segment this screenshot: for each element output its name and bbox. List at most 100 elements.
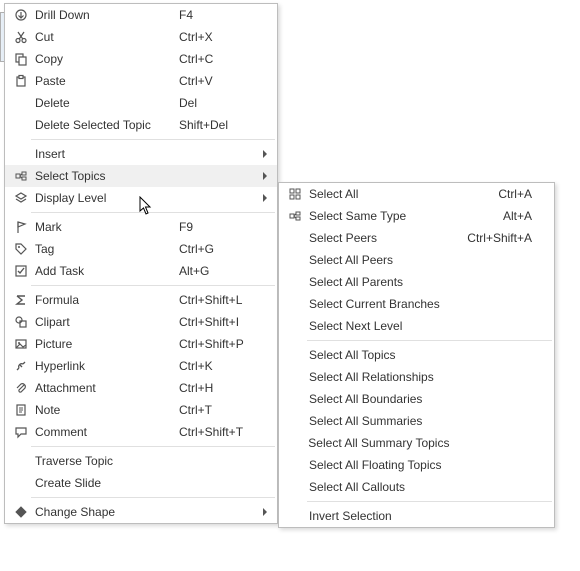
layers-icon: [11, 191, 31, 205]
menu-item-picture[interactable]: PictureCtrl+Shift+P: [5, 333, 277, 355]
menu-item-label: Invert Selection: [305, 509, 446, 523]
separator: [31, 212, 275, 213]
sigma-icon: [11, 293, 31, 307]
menu-item-label: Mark: [31, 220, 179, 234]
shape-icon: [11, 505, 31, 519]
menu-item-insert[interactable]: Insert: [5, 143, 277, 165]
menu-item-label: Select Topics: [31, 169, 179, 183]
menu-item-label: Paste: [31, 74, 179, 88]
menu-item-select-all-peers[interactable]: Select All Peers: [279, 249, 554, 271]
separator: [31, 285, 275, 286]
menu-item-label: Select All: [305, 187, 446, 201]
menu-item-display-level[interactable]: Display Level: [5, 187, 277, 209]
menu-item-label: Traverse Topic: [31, 454, 179, 468]
select-topics-submenu: Select AllCtrl+ASelect Same TypeAlt+ASel…: [278, 182, 555, 528]
menu-item-select-all-parents[interactable]: Select All Parents: [279, 271, 554, 293]
menu-item-formula[interactable]: FormulaCtrl+Shift+L: [5, 289, 277, 311]
menu-item-change-shape[interactable]: Change Shape: [5, 501, 277, 523]
menu-item-shortcut: Ctrl+Shift+I: [179, 315, 259, 329]
task-icon: [11, 264, 31, 278]
menu-item-attachment[interactable]: AttachmentCtrl+H: [5, 377, 277, 399]
separator: [307, 340, 552, 341]
clipart-icon: [11, 315, 31, 329]
tag-icon: [11, 242, 31, 256]
menu-item-select-all-floating[interactable]: Select All Floating Topics: [279, 454, 554, 476]
menu-item-label: Picture: [31, 337, 179, 351]
menu-item-mark[interactable]: MarkF9: [5, 216, 277, 238]
menu-item-select-all[interactable]: Select AllCtrl+A: [279, 183, 554, 205]
menu-item-shortcut: Del: [179, 96, 259, 110]
menu-item-copy[interactable]: CopyCtrl+C: [5, 48, 277, 70]
menu-item-shortcut: Ctrl+C: [179, 52, 259, 66]
menu-item-label: Delete Selected Topic: [31, 118, 179, 132]
menu-item-drill-down[interactable]: Drill DownF4: [5, 4, 277, 26]
menu-item-label: Drill Down: [31, 8, 179, 22]
menu-item-select-all-relationships[interactable]: Select All Relationships: [279, 366, 554, 388]
menu-item-create-slide[interactable]: Create Slide: [5, 472, 277, 494]
menu-item-label: Select All Boundaries: [305, 392, 446, 406]
separator: [307, 501, 552, 502]
menu-item-label: Select All Parents: [305, 275, 446, 289]
picture-icon: [11, 337, 31, 351]
menu-item-label: Select Next Level: [305, 319, 446, 333]
menu-item-shortcut: Ctrl+X: [179, 30, 259, 44]
menu-item-label: Select Same Type: [305, 209, 446, 223]
menu-item-shortcut: Alt+A: [446, 209, 536, 223]
menu-item-select-all-callouts[interactable]: Select All Callouts: [279, 476, 554, 498]
menu-item-select-peers[interactable]: Select PeersCtrl+Shift+A: [279, 227, 554, 249]
menu-item-select-topics[interactable]: Select Topics: [5, 165, 277, 187]
menu-item-label: Display Level: [31, 191, 179, 205]
menu-item-select-all-summaries[interactable]: Select All Summaries: [279, 410, 554, 432]
menu-item-delete[interactable]: DeleteDel: [5, 92, 277, 114]
menu-item-shortcut: Ctrl+Shift+A: [446, 231, 536, 245]
menu-item-label: Insert: [31, 147, 179, 161]
sel-type-icon: [285, 209, 305, 223]
menu-item-label: Add Task: [31, 264, 179, 278]
menu-item-shortcut: Ctrl+H: [179, 381, 259, 395]
submenu-arrow-icon: [259, 149, 271, 159]
submenu-arrow-icon: [259, 193, 271, 203]
menu-item-invert-selection[interactable]: Invert Selection: [279, 505, 554, 527]
menu-item-label: Copy: [31, 52, 179, 66]
menu-item-select-next-level[interactable]: Select Next Level: [279, 315, 554, 337]
menu-item-shortcut: F4: [179, 8, 259, 22]
menu-item-clipart[interactable]: ClipartCtrl+Shift+I: [5, 311, 277, 333]
menu-item-label: Cut: [31, 30, 179, 44]
select-icon: [11, 169, 31, 183]
menu-item-shortcut: Ctrl+Shift+L: [179, 293, 259, 307]
menu-item-label: Select All Callouts: [305, 480, 446, 494]
menu-item-shortcut: Ctrl+G: [179, 242, 259, 256]
menu-item-delete-selected[interactable]: Delete Selected TopicShift+Del: [5, 114, 277, 136]
link-icon: [11, 359, 31, 373]
menu-item-label: Formula: [31, 293, 179, 307]
menu-item-label: Change Shape: [31, 505, 179, 519]
menu-item-paste[interactable]: PasteCtrl+V: [5, 70, 277, 92]
menu-item-note[interactable]: NoteCtrl+T: [5, 399, 277, 421]
menu-item-comment[interactable]: CommentCtrl+Shift+T: [5, 421, 277, 443]
menu-item-tag[interactable]: TagCtrl+G: [5, 238, 277, 260]
comment-icon: [11, 425, 31, 439]
menu-item-select-all-summary-topics[interactable]: Select All Summary Topics: [279, 432, 554, 454]
menu-item-shortcut: Ctrl+V: [179, 74, 259, 88]
submenu-arrow-icon: [259, 171, 271, 181]
menu-item-label: Tag: [31, 242, 179, 256]
menu-item-label: Hyperlink: [31, 359, 179, 373]
menu-item-label: Clipart: [31, 315, 179, 329]
menu-item-label: Select Peers: [305, 231, 446, 245]
menu-item-select-same-type[interactable]: Select Same TypeAlt+A: [279, 205, 554, 227]
menu-item-cut[interactable]: CutCtrl+X: [5, 26, 277, 48]
menu-item-shortcut: Alt+G: [179, 264, 259, 278]
menu-item-select-all-topics[interactable]: Select All Topics: [279, 344, 554, 366]
attach-icon: [11, 381, 31, 395]
menu-item-shortcut: Ctrl+K: [179, 359, 259, 373]
separator: [31, 139, 275, 140]
menu-item-traverse[interactable]: Traverse Topic: [5, 450, 277, 472]
menu-item-add-task[interactable]: Add TaskAlt+G: [5, 260, 277, 282]
menu-item-select-all-boundaries[interactable]: Select All Boundaries: [279, 388, 554, 410]
menu-item-label: Select All Topics: [305, 348, 446, 362]
menu-item-select-current-branches[interactable]: Select Current Branches: [279, 293, 554, 315]
menu-item-label: Delete: [31, 96, 179, 110]
menu-item-hyperlink[interactable]: HyperlinkCtrl+K: [5, 355, 277, 377]
circle-arrow-icon: [11, 8, 31, 22]
paste-icon: [11, 74, 31, 88]
